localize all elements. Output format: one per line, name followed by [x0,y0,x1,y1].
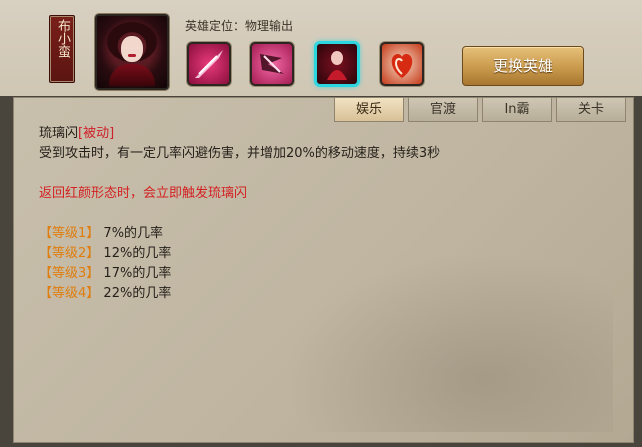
skill-slot-1[interactable] [187,42,231,86]
skill-description: 琉璃闪[被动] 受到攻击时，有一定几率闪避伤害，并增加20%的移动速度，持续3秒… [39,124,440,304]
hero-name-tag: 布小蛮 [49,15,75,83]
level-value: 22%的几率 [103,286,172,301]
slash-skill-icon [195,50,223,78]
tab-guandu[interactable]: 官渡 [408,98,478,122]
portrait-lips [128,54,136,57]
shadow-skill-icon [327,51,347,80]
skill-level-row: 【等级1】 7%的几率 [39,224,440,244]
skill-level-row: 【等级3】 17%的几率 [39,264,440,284]
strike-skill-icon [260,54,284,74]
tab-stage[interactable]: 关卡 [556,98,626,122]
tab-entertainment[interactable]: 娱乐 [334,98,404,122]
level-tag: 【等级2】 [39,246,100,261]
skill-level-row: 【等级2】 12%的几率 [39,244,440,264]
hero-header: 布小蛮 英雄定位：物理输出 更换英雄 [0,0,642,96]
skill-title: 琉璃闪[被动] [39,124,440,144]
change-hero-button[interactable]: 更换英雄 [462,46,584,86]
skill-name: 琉璃闪 [39,126,79,141]
level-tag: 【等级4】 [39,286,100,301]
skill-effect-text: 受到攻击时，有一定几率闪避伤害，并增加20%的移动速度，持续3秒 [39,146,441,161]
level-tag: 【等级1】 [39,226,100,241]
hero-name: 布小蛮 [55,19,70,58]
level-tag: 【等级3】 [39,266,100,281]
skill-level-row: 【等级4】 22%的几率 [39,284,440,304]
portrait-body [109,64,155,86]
skill-trigger-note: 返回红颜形态时，会立即触发琉璃闪 [39,186,248,201]
skill-level-list: 【等级1】 7%的几率 【等级2】 12%的几率 【等级3】 17%的几率 【等… [39,224,440,304]
hero-role-label: 英雄定位：物理输出 [185,19,294,33]
hero-portrait[interactable] [95,14,169,90]
tab-in-ba[interactable]: In霸 [482,98,552,122]
skill-slot-3[interactable] [315,42,359,86]
flame-heart-skill-icon [391,54,413,78]
level-value: 12%的几率 [103,246,172,261]
portrait-face [121,36,143,62]
level-value: 7%的几率 [103,226,164,241]
skill-info-panel: 娱乐 官渡 In霸 关卡 琉璃闪[被动] 受到攻击时，有一定几率闪避伤害，并增加… [13,97,634,443]
skill-slot-4[interactable] [380,42,424,86]
skill-type-tag: [被动] [78,126,115,141]
level-value: 17%的几率 [103,266,172,281]
skill-slot-2[interactable] [250,42,294,86]
